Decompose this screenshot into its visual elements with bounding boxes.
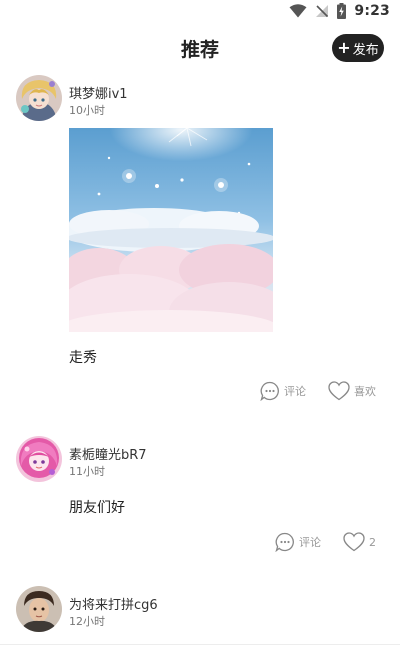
like-count: 2: [369, 535, 376, 549]
like-button[interactable]: 喜欢: [328, 381, 376, 401]
post-image[interactable]: [69, 128, 273, 332]
avatar[interactable]: [16, 75, 62, 121]
username[interactable]: 素栀瞳光bR7: [69, 444, 147, 463]
post-time: 11小时: [69, 465, 105, 478]
no-signal-icon: [315, 4, 329, 18]
feed-post: 为将来打拼cg6 12小时: [0, 586, 400, 642]
status-time: 9:23: [354, 3, 390, 19]
comment-label: 评论: [299, 536, 321, 549]
plus-icon: +: [337, 37, 351, 57]
username[interactable]: 为将来打拼cg6: [69, 594, 158, 613]
divider: [0, 644, 400, 645]
avatar[interactable]: [16, 436, 62, 482]
heart-icon: [343, 532, 365, 552]
post-text: 朋友们好: [69, 500, 125, 516]
publish-button[interactable]: + 发布: [332, 34, 384, 62]
comment-icon: [260, 381, 279, 401]
post-actions: 评论 2: [275, 532, 376, 552]
comment-label: 评论: [284, 385, 306, 398]
heart-icon: [328, 381, 350, 401]
comment-button[interactable]: 评论: [275, 532, 321, 552]
post-time: 12小时: [69, 615, 105, 628]
avatar[interactable]: [16, 586, 62, 632]
battery-charging-icon: [337, 3, 347, 19]
username[interactable]: 琪梦娜iv1: [69, 83, 128, 102]
like-button[interactable]: 2: [343, 532, 376, 552]
post-time: 10小时: [69, 104, 105, 117]
like-label: 喜欢: [354, 385, 376, 398]
post-text: 走秀: [69, 350, 97, 366]
status-bar: 9:23: [0, 0, 400, 24]
header: 推荐 + 发布: [0, 24, 400, 70]
feed-post: 素栀瞳光bR7 11小时 朋友们好 评论 2: [0, 436, 400, 566]
feed-post: 琪梦娜iv1 10小时 走秀 评论 喜欢: [0, 75, 400, 405]
post-actions: 评论 喜欢: [260, 381, 376, 401]
status-icons: 9:23: [289, 3, 390, 19]
comment-icon: [275, 532, 294, 552]
sky-clouds-image: [69, 128, 273, 332]
comment-button[interactable]: 评论: [260, 381, 306, 401]
publish-label: 发布: [352, 42, 379, 58]
wifi-icon: [289, 4, 307, 18]
